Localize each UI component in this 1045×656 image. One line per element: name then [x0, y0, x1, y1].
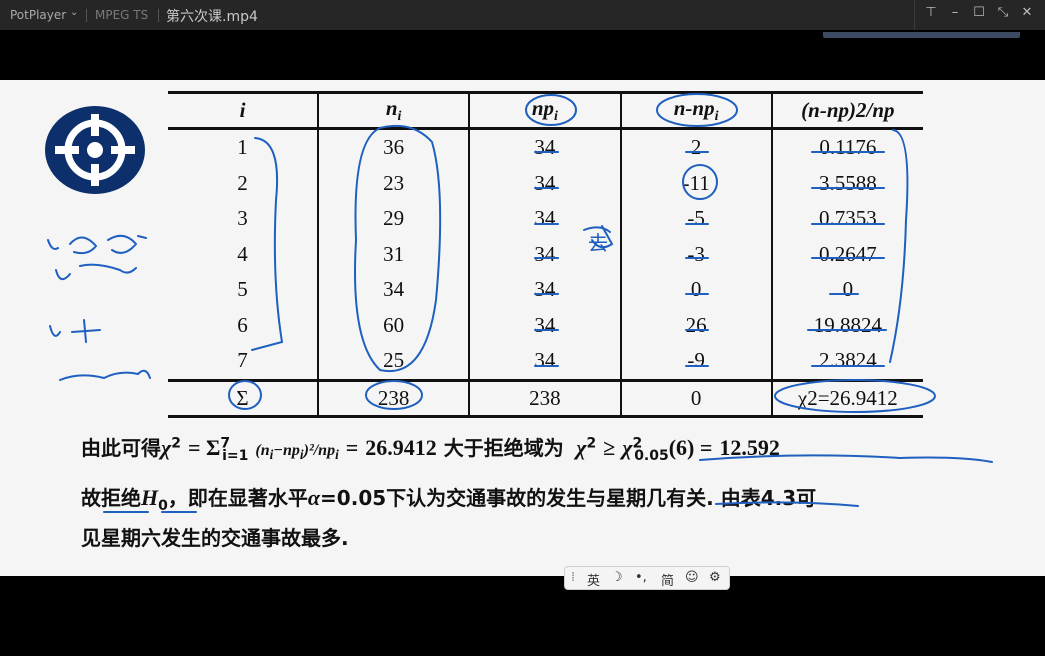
divider: [158, 9, 159, 22]
table-cell: 25: [316, 343, 470, 380]
table-cell: 36: [316, 128, 470, 166]
total-cell: 238: [316, 378, 470, 418]
col-header-diff: n-npi: [619, 91, 772, 130]
table-cell: 34: [468, 307, 621, 343]
punctuation-icon[interactable]: •,: [635, 570, 647, 585]
table-cell: 34: [468, 128, 621, 166]
table-cell: -11: [619, 165, 772, 201]
table-row: 1 36 34 2 0.1176: [168, 128, 923, 166]
text: 大于拒绝域为: [443, 436, 564, 460]
table-row: 3 29 34 -5 0.7353: [168, 201, 923, 237]
total-cell: Σ: [168, 378, 318, 418]
critical-value: 12.592: [719, 435, 780, 460]
col-header-ni: ni: [316, 91, 470, 130]
table-cell: 0.7353: [770, 201, 923, 237]
total-cell: 238: [468, 378, 621, 418]
table-cell: 31: [316, 236, 470, 272]
table-cell: 34: [316, 272, 470, 308]
text: 下认为交通事故的发生与星期几有关. 由表4.3可: [386, 486, 817, 510]
table-cell: -5: [619, 201, 772, 237]
ime-lang-toggle[interactable]: 英: [587, 570, 600, 589]
table-cell: 4: [237, 241, 248, 266]
table-cell: 34: [468, 343, 621, 380]
divider: [914, 0, 915, 30]
table-total-row: Σ 238 238 0 χ2=26.9412: [168, 378, 923, 418]
table-cell: 1: [237, 135, 248, 160]
ime-script-toggle[interactable]: 简: [661, 570, 674, 589]
table-cell: 29: [316, 201, 470, 237]
seek-bar[interactable]: [823, 32, 1020, 38]
table-cell: 0.2647: [770, 236, 923, 272]
pin-icon[interactable]: ⊤: [920, 5, 942, 25]
text: 故拒绝: [81, 486, 141, 510]
table-cell: 60: [316, 307, 470, 343]
chevron-down-icon[interactable]: ⌄: [70, 7, 78, 18]
table-cell: -9: [619, 343, 772, 380]
table-cell: 34: [468, 201, 621, 237]
table-cell: 26: [619, 307, 772, 343]
moon-icon[interactable]: ☽: [611, 570, 623, 585]
text: 由此可得: [81, 436, 161, 460]
table-cell: 0: [619, 272, 772, 308]
conclusion-line-2: 故拒绝H0，即在显著水平α=0.05下认为交通事故的发生与星期几有关. 由表4.…: [81, 485, 817, 514]
table-cell: 5: [237, 277, 248, 302]
conclusion-line-1: 由此可得χ2 = Σ7i=1 (ni−npi)²/npi = 26.9412 大…: [81, 435, 780, 464]
crosshair-logo-icon: [45, 106, 145, 194]
table-cell: -3: [619, 236, 772, 272]
gear-icon[interactable]: ⚙: [709, 570, 721, 585]
table-row: 5 34 34 0 0: [168, 272, 923, 308]
table-cell: 34: [468, 236, 621, 272]
emoji-icon[interactable]: ☺: [685, 570, 699, 585]
table-row: 7 25 34 -9 2.3824: [168, 343, 923, 380]
minimize-icon[interactable]: –: [944, 5, 966, 25]
col-header-chi-term: (n-np)2/np: [770, 91, 923, 130]
divider: [86, 9, 87, 22]
alpha-value: =0.05: [320, 486, 387, 510]
table-cell: 0.1176: [770, 128, 923, 166]
table-cell: 34: [468, 272, 621, 308]
table-row: 2 23 34 -11 3.5588: [168, 165, 923, 201]
chi-square-table: i ni npi n-npi (n-np)2/np 1 36 34 2 0.1176 2 2…: [168, 91, 923, 418]
table-cell: 34: [468, 165, 621, 201]
col-header-npi: npi: [468, 91, 621, 130]
table-cell: 19.8824: [770, 307, 923, 343]
table-row: 6 60 34 26 19.8824: [168, 307, 923, 343]
fullscreen-icon[interactable]: ⤡: [992, 5, 1014, 25]
conclusion-line-3: 见星期六发生的交通事故最多.: [81, 526, 349, 550]
table-cell: 2: [237, 170, 248, 195]
table-cell: 23: [316, 165, 470, 201]
table-row: 4 31 34 -3 0.2647: [168, 236, 923, 272]
format-label: MPEG TS: [95, 8, 149, 22]
drag-handle[interactable]: ⁞: [571, 570, 575, 585]
file-title: 第六次课.mp4: [166, 9, 258, 25]
table-cell: 7: [237, 348, 248, 373]
text: ，即在显著水平: [167, 486, 308, 510]
total-cell: 0: [619, 378, 772, 418]
maximize-icon[interactable]: ☐: [968, 5, 990, 25]
video-frame: i ni npi n-npi (n-np)2/np 1 36 34 2 0.1176 2 2…: [0, 80, 1045, 576]
col-header-i: i: [168, 91, 318, 130]
chi-value: 26.9412: [365, 435, 437, 460]
table-cell: 0: [770, 272, 923, 308]
table-cell: 2.3824: [770, 343, 923, 380]
table-cell: 6: [237, 312, 248, 337]
table-cell: 3: [237, 206, 248, 231]
table-cell: 2: [619, 128, 772, 166]
ime-toolbar[interactable]: ⁞ 英 ☽ •, 简 ☺ ⚙: [564, 566, 730, 590]
total-cell: χ2=26.9412: [770, 378, 923, 418]
table-cell: 3.5588: [770, 165, 923, 201]
close-icon[interactable]: ✕: [1016, 5, 1038, 25]
table-header-row: i ni npi n-npi (n-np)2/np: [168, 91, 923, 130]
app-menu-button[interactable]: PotPlayer: [10, 8, 66, 22]
title-bar: PotPlayer ⌄ MPEG TS 第六次课.mp4 ⊤ – ☐ ⤡ ✕: [0, 0, 1045, 30]
